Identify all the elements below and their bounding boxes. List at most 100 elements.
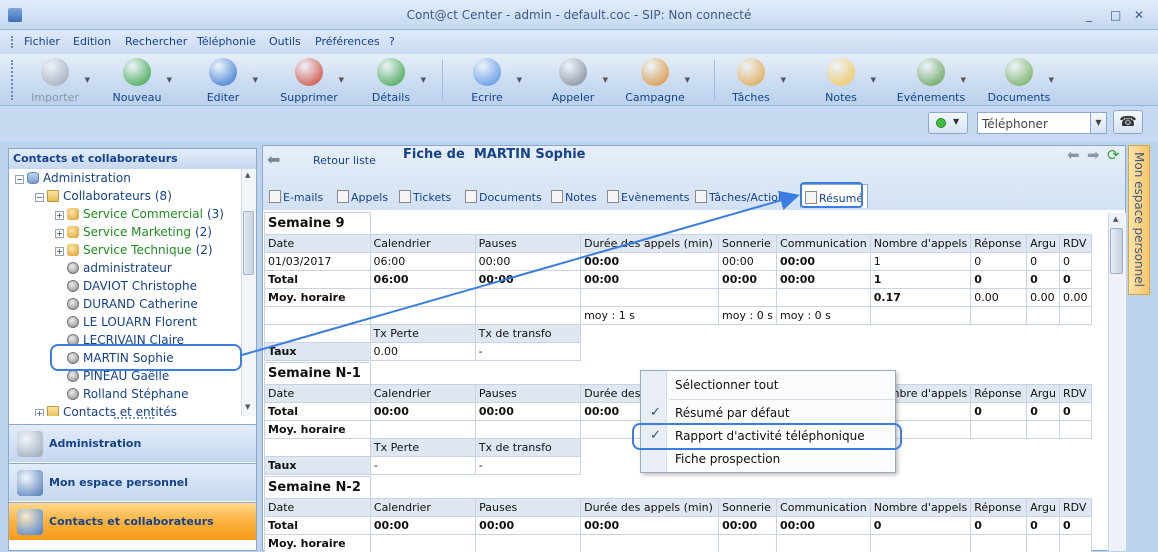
tree-expander-icon[interactable]: +	[55, 247, 64, 256]
tab-e-mails[interactable]: E-mails	[269, 184, 323, 208]
tree-expander-icon[interactable]: −	[15, 175, 24, 184]
ribbon-button-campagne[interactable]: Campagne▼	[620, 54, 690, 106]
chevron-down-icon[interactable]: ▼	[339, 76, 344, 84]
tab-appels[interactable]: Appels	[337, 184, 388, 208]
chevron-down-icon[interactable]: ▼	[961, 76, 966, 84]
ribbon-button-ecrire[interactable]: Ecrire ▼	[452, 54, 522, 106]
tree-scroll-thumb[interactable]	[243, 211, 254, 275]
refresh-icon[interactable]: ⟳	[1107, 146, 1120, 164]
ribbon-button-label: Ecrire	[452, 91, 522, 104]
scroll-down-arrow-icon[interactable]: ▼	[245, 403, 250, 411]
ribbon-button-appeler[interactable]: Appeler▼	[538, 54, 608, 106]
ribbon-button-editer[interactable]: Editer▼	[188, 54, 258, 106]
table-cell: 00:00	[719, 517, 777, 535]
hangup-button[interactable]: ☎	[1113, 110, 1143, 134]
chevron-down-icon[interactable]: ▼	[781, 76, 786, 84]
tab-documents[interactable]: Documents	[465, 184, 542, 208]
tab-taches-actions[interactable]: Tâches/Actions	[695, 184, 791, 208]
table-cell: 0	[1027, 403, 1060, 421]
chevron-down-icon[interactable]: ▼	[85, 76, 90, 84]
table-cell: Total	[265, 517, 371, 535]
context-item-fiche-prospection[interactable]: Fiche prospection	[675, 452, 780, 466]
tree-expander-icon[interactable]: +	[55, 229, 64, 238]
tree-item-service-commercial[interactable]: +Service Commercial(3)	[55, 207, 224, 221]
maximize-button[interactable]: □	[1110, 8, 1121, 22]
ribbon-button-evenements[interactable]: Evénements▼	[896, 54, 966, 106]
scroll-up-arrow-icon[interactable]: ▲	[1113, 215, 1118, 223]
table-cell: Total	[265, 271, 371, 289]
tree-item-le-louarn-florent[interactable]: LE LOUARN Florent	[55, 315, 197, 329]
ribbon-button-notes[interactable]: Notes▼	[806, 54, 876, 106]
tree-item-contacts-et-entites[interactable]: +Contacts et entités	[35, 405, 177, 416]
ribbon-button-supprimer[interactable]: Supprimer▼	[274, 54, 344, 106]
tree-item-label: Service Technique	[83, 243, 192, 257]
menu-fichier[interactable]: Fichier	[24, 35, 60, 48]
chevron-down-icon[interactable]: ▼	[517, 76, 522, 84]
chevron-down-icon[interactable]: ▼	[421, 76, 426, 84]
tree-scrollbar[interactable]	[241, 169, 256, 416]
nav-administration[interactable]: Administration	[9, 424, 256, 462]
ribbon-button-details[interactable]: Détails▼	[356, 54, 426, 106]
tasks-tab-icon	[695, 190, 707, 203]
ribbon-button-documents[interactable]: Documents▼	[984, 54, 1054, 106]
tree-item-service-marketing[interactable]: +Service Marketing(2)	[55, 225, 212, 239]
table-cell: 0	[870, 517, 970, 535]
nav-mon-espace-personnel[interactable]: Mon espace personnel	[9, 463, 256, 501]
table-cell: 00:00	[719, 271, 777, 289]
chevron-down-icon[interactable]: ▼	[253, 76, 258, 84]
nav-contacts-et-collaborateurs[interactable]: Contacts et collaborateurs	[9, 502, 256, 540]
tree-expander-icon[interactable]: −	[35, 193, 44, 202]
previous-arrow-icon[interactable]: ⬅	[1067, 146, 1080, 164]
menu-edition[interactable]: Edition	[73, 35, 111, 48]
ribbon-button-taches[interactable]: Tâches▼	[716, 54, 786, 106]
tree-item-service-technique[interactable]: +Service Technique(2)	[55, 243, 213, 257]
next-arrow-icon[interactable]: ➡	[1087, 146, 1100, 164]
chevron-down-icon[interactable]: ▼	[603, 76, 608, 84]
tree-item-pineau-gaelle[interactable]: PINEAU Gaëlle	[55, 369, 169, 383]
menu-help[interactable]: ?	[389, 35, 395, 48]
title-bar: Cont@ct Center - admin - default.coc - S…	[0, 0, 1158, 30]
splitter-grip[interactable]	[114, 417, 154, 420]
tree-item-daviot-christophe[interactable]: DAVIOT Christophe	[55, 279, 197, 293]
minimize-button[interactable]: _	[1086, 8, 1092, 22]
column-header: Durée des appels (min)	[581, 499, 719, 517]
column-header: Calendrier	[370, 385, 475, 403]
chevron-down-icon[interactable]: ▼	[1049, 76, 1054, 84]
tree-item-label: PINEAU Gaëlle	[83, 369, 169, 383]
user-icon	[67, 298, 79, 310]
table-cell	[971, 535, 1027, 552]
tree-item-durand-catherine[interactable]: DURAND Catherine	[55, 297, 198, 311]
email-tab-icon	[269, 190, 281, 203]
personal-space-side-tab[interactable]: Mon espace personnel	[1128, 145, 1150, 295]
menu-telephonie[interactable]: Téléphonie	[197, 35, 256, 48]
menu-rechercher[interactable]: Rechercher	[125, 35, 187, 48]
context-item-resume-par-defaut[interactable]: Résumé par défaut	[675, 406, 790, 420]
table-cell: 1	[870, 253, 970, 271]
chevron-down-icon[interactable]: ▼	[685, 76, 690, 84]
table-cell: 0	[971, 403, 1027, 421]
presence-status-button[interactable]: ▼	[928, 112, 968, 134]
scroll-up-arrow-icon[interactable]: ▲	[245, 171, 250, 179]
chevron-down-icon[interactable]: ▼	[167, 76, 172, 84]
tree-item-collaborateurs[interactable]: −Collaborateurs(8)	[35, 189, 172, 203]
back-arrow-icon[interactable]: ⬅	[267, 150, 280, 169]
back-to-list-link[interactable]: Retour liste	[313, 154, 376, 167]
summary-scroll-thumb[interactable]	[1110, 228, 1123, 274]
tab-tickets[interactable]: Tickets	[399, 184, 451, 208]
tree-item-administration[interactable]: −Administration	[15, 171, 131, 185]
tree-item-rolland-stephane[interactable]: Rolland Stéphane	[55, 387, 188, 401]
context-item-selectionner-tout[interactable]: Sélectionner tout	[675, 378, 778, 392]
close-button[interactable]: ✕	[1134, 8, 1144, 22]
tab-evenements[interactable]: Evènements	[607, 184, 689, 208]
table-cell	[1027, 421, 1060, 439]
chevron-down-icon[interactable]: ▼	[1090, 113, 1106, 133]
tree-item-administrateur[interactable]: administrateur	[55, 261, 172, 275]
tab-notes[interactable]: Notes	[551, 184, 597, 208]
menu-outils[interactable]: Outils	[269, 35, 301, 48]
chevron-down-icon[interactable]: ▼	[871, 76, 876, 84]
tree-expander-icon[interactable]: +	[35, 409, 44, 416]
phone-action-select[interactable]: Téléphoner ▼	[977, 112, 1107, 134]
tree-expander-icon[interactable]: +	[55, 211, 64, 220]
menu-preferences[interactable]: Préférences	[315, 35, 380, 48]
ribbon-button-nouveau[interactable]: Nouveau▼	[102, 54, 172, 106]
